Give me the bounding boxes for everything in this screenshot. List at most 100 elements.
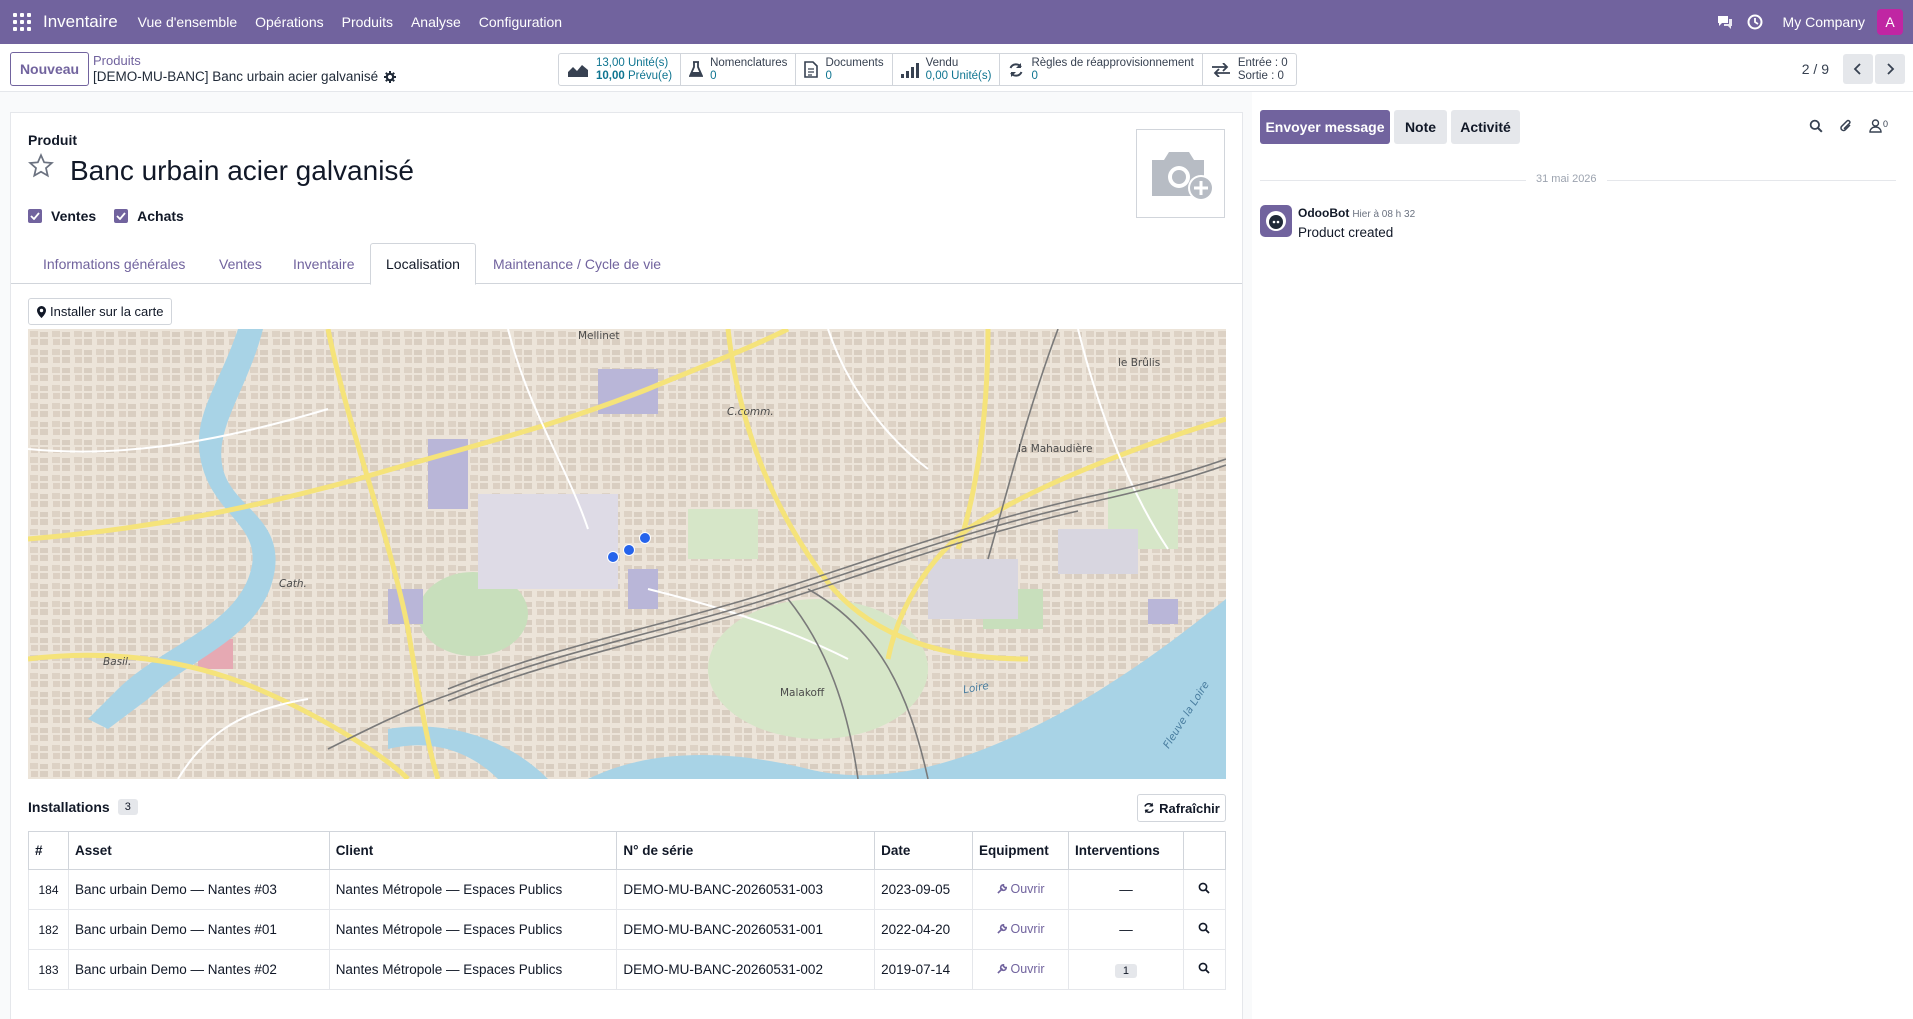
- checkbox-checked-icon[interactable]: [114, 209, 129, 223]
- activity-button[interactable]: Activité: [1451, 110, 1520, 144]
- refresh-button[interactable]: Rafraîchir: [1137, 794, 1226, 822]
- product-image[interactable]: [1136, 129, 1225, 218]
- smart-button-moves[interactable]: Entrée : 0 Sortie : 0: [1203, 54, 1296, 85]
- col-equipment[interactable]: Equipment: [972, 831, 1069, 870]
- star-icon[interactable]: [28, 153, 54, 179]
- followers-count: 0: [1882, 119, 1888, 129]
- documents-label: Documents: [825, 56, 884, 69]
- stock-on-hand-value: 13,00: [596, 56, 625, 69]
- tab-general-info[interactable]: Informations générales: [28, 243, 200, 284]
- col-interventions[interactable]: Interventions: [1068, 831, 1184, 870]
- gear-icon[interactable]: [384, 71, 397, 83]
- odoobot-avatar: [1260, 205, 1292, 237]
- message-author-name[interactable]: OdooBot: [1298, 206, 1349, 220]
- smart-button-documents[interactable]: Documents 0: [796, 54, 893, 85]
- nav-configuration[interactable]: Configuration: [479, 14, 562, 30]
- cell-asset: Banc urbain Demo — Nantes #03: [67, 869, 330, 910]
- purchase-ok-checkbox[interactable]: Achats: [114, 208, 184, 224]
- location-map[interactable]: Mellinet C.comm. le Brûlis la Mahaudière…: [28, 329, 1226, 779]
- nav-products[interactable]: Produits: [342, 14, 393, 30]
- table-row[interactable]: 183 Banc urbain Demo — Nantes #02 Nantes…: [28, 949, 1227, 990]
- table-row[interactable]: 182 Banc urbain Demo — Nantes #01 Nantes…: [28, 909, 1227, 950]
- map-label: le Brûlis: [1118, 357, 1161, 369]
- open-equipment-label: Ouvrir: [1010, 961, 1045, 976]
- install-on-map-button[interactable]: Installer sur la carte: [28, 298, 173, 325]
- chat-icon[interactable]: [1715, 12, 1735, 32]
- user-avatar[interactable]: A: [1877, 9, 1903, 35]
- cell-interventions: —: [1068, 869, 1184, 910]
- tab-inventory[interactable]: Inventaire: [278, 243, 369, 284]
- product-name-field[interactable]: Banc urbain acier galvanisé: [70, 155, 414, 187]
- smart-button-stock[interactable]: 13,00 Unité(s) 10,00 Prévu(e): [559, 54, 682, 85]
- checkbox-checked-icon[interactable]: [28, 209, 42, 223]
- col-date[interactable]: Date: [874, 831, 974, 870]
- table-row[interactable]: 184 Banc urbain Demo — Nantes #03 Nantes…: [28, 869, 1227, 910]
- nav-operations[interactable]: Opérations: [255, 14, 323, 30]
- installations-header: Installations 3: [28, 799, 138, 815]
- smart-button-bom[interactable]: Nomenclatures 0: [681, 54, 797, 85]
- search-icon[interactable]: [1198, 922, 1211, 934]
- col-serial[interactable]: N° de série: [616, 831, 876, 870]
- sold-label: Vendu: [925, 56, 959, 69]
- cell-id: 183: [28, 949, 69, 990]
- tab-localisation[interactable]: Localisation: [370, 243, 476, 285]
- bom-value: 0: [710, 69, 717, 82]
- asset-marker[interactable]: [607, 551, 619, 563]
- col-client[interactable]: Client: [328, 831, 618, 870]
- search-icon[interactable]: [1198, 962, 1211, 974]
- col-asset[interactable]: Asset: [67, 831, 330, 870]
- map-label: C.comm.: [727, 406, 774, 418]
- notebook-tabs: Informations générales Ventes Inventaire…: [11, 243, 1242, 285]
- map-tiles[interactable]: [28, 329, 1226, 779]
- log-note-button[interactable]: Note: [1394, 110, 1447, 144]
- open-equipment-link[interactable]: Ouvrir: [996, 961, 1045, 976]
- search-icon[interactable]: [1198, 882, 1211, 894]
- cell-action: [1182, 869, 1227, 910]
- clock-icon[interactable]: [1745, 12, 1765, 32]
- app-name[interactable]: Inventaire: [43, 12, 118, 32]
- user-icon: [1869, 119, 1882, 133]
- message-time: Hier à 08 h 32: [1352, 209, 1416, 220]
- cell-id: 184: [28, 869, 69, 910]
- tab-sales[interactable]: Ventes: [204, 243, 277, 284]
- search-icon[interactable]: [1809, 119, 1823, 133]
- pager-previous-button[interactable]: [1843, 54, 1873, 84]
- cell-date: 2023-09-05: [874, 869, 974, 910]
- new-button[interactable]: Nouveau: [10, 52, 89, 86]
- asset-marker[interactable]: [623, 544, 635, 556]
- map-label: Malakoff: [780, 687, 825, 699]
- nav-analysis[interactable]: Analyse: [411, 14, 461, 30]
- open-equipment-link[interactable]: Ouvrir: [996, 921, 1045, 936]
- col-id[interactable]: #: [28, 831, 69, 870]
- form-sheet: Produit Banc urbain acier galvanisé Vent…: [10, 112, 1243, 1019]
- control-panel: Nouveau Produits [DEMO-MU-BANC] Banc urb…: [0, 44, 1913, 92]
- camera-add-icon: [1151, 151, 1214, 201]
- map-label: Cath.: [279, 578, 307, 590]
- company-switcher[interactable]: My Company: [1783, 14, 1865, 30]
- sale-ok-checkbox[interactable]: Ventes: [28, 208, 96, 224]
- cell-date: 2022-04-20: [874, 909, 974, 950]
- apps-icon[interactable]: [13, 13, 31, 31]
- pager-next-button[interactable]: [1875, 54, 1905, 84]
- stock-forecast-label: Prévu(e): [627, 69, 673, 82]
- bom-label: Nomenclatures: [710, 56, 788, 69]
- smart-button-sold[interactable]: Vendu 0,00 Unité(s): [893, 54, 1001, 85]
- map-label: la Mahaudière: [1018, 443, 1093, 455]
- interventions-count-badge[interactable]: 1: [1114, 963, 1138, 978]
- date-separator-label: 31 mai 2026: [1526, 173, 1607, 185]
- breadcrumb-products[interactable]: Produits: [93, 53, 396, 69]
- asset-marker[interactable]: [639, 532, 651, 544]
- followers-button[interactable]: 0: [1869, 119, 1888, 133]
- send-message-button[interactable]: Envoyer message: [1260, 110, 1390, 144]
- cell-client: Nantes Métropole — Espaces Publics: [328, 869, 618, 910]
- smart-button-reordering[interactable]: Règles de réapprovisionnement 0: [1000, 54, 1203, 85]
- nav-overview[interactable]: Vue d'ensemble: [138, 14, 237, 30]
- tab-maintenance[interactable]: Maintenance / Cycle de vie: [478, 243, 676, 284]
- cell-asset: Banc urbain Demo — Nantes #02: [67, 949, 330, 990]
- wrench-icon: [996, 884, 1007, 894]
- open-equipment-link[interactable]: Ouvrir: [996, 882, 1045, 896]
- pager-value[interactable]: 2 / 9: [1802, 61, 1829, 77]
- chevron-left-icon: [1853, 63, 1861, 75]
- open-equipment-label: Ouvrir: [1010, 921, 1045, 936]
- paperclip-icon[interactable]: [1839, 118, 1853, 134]
